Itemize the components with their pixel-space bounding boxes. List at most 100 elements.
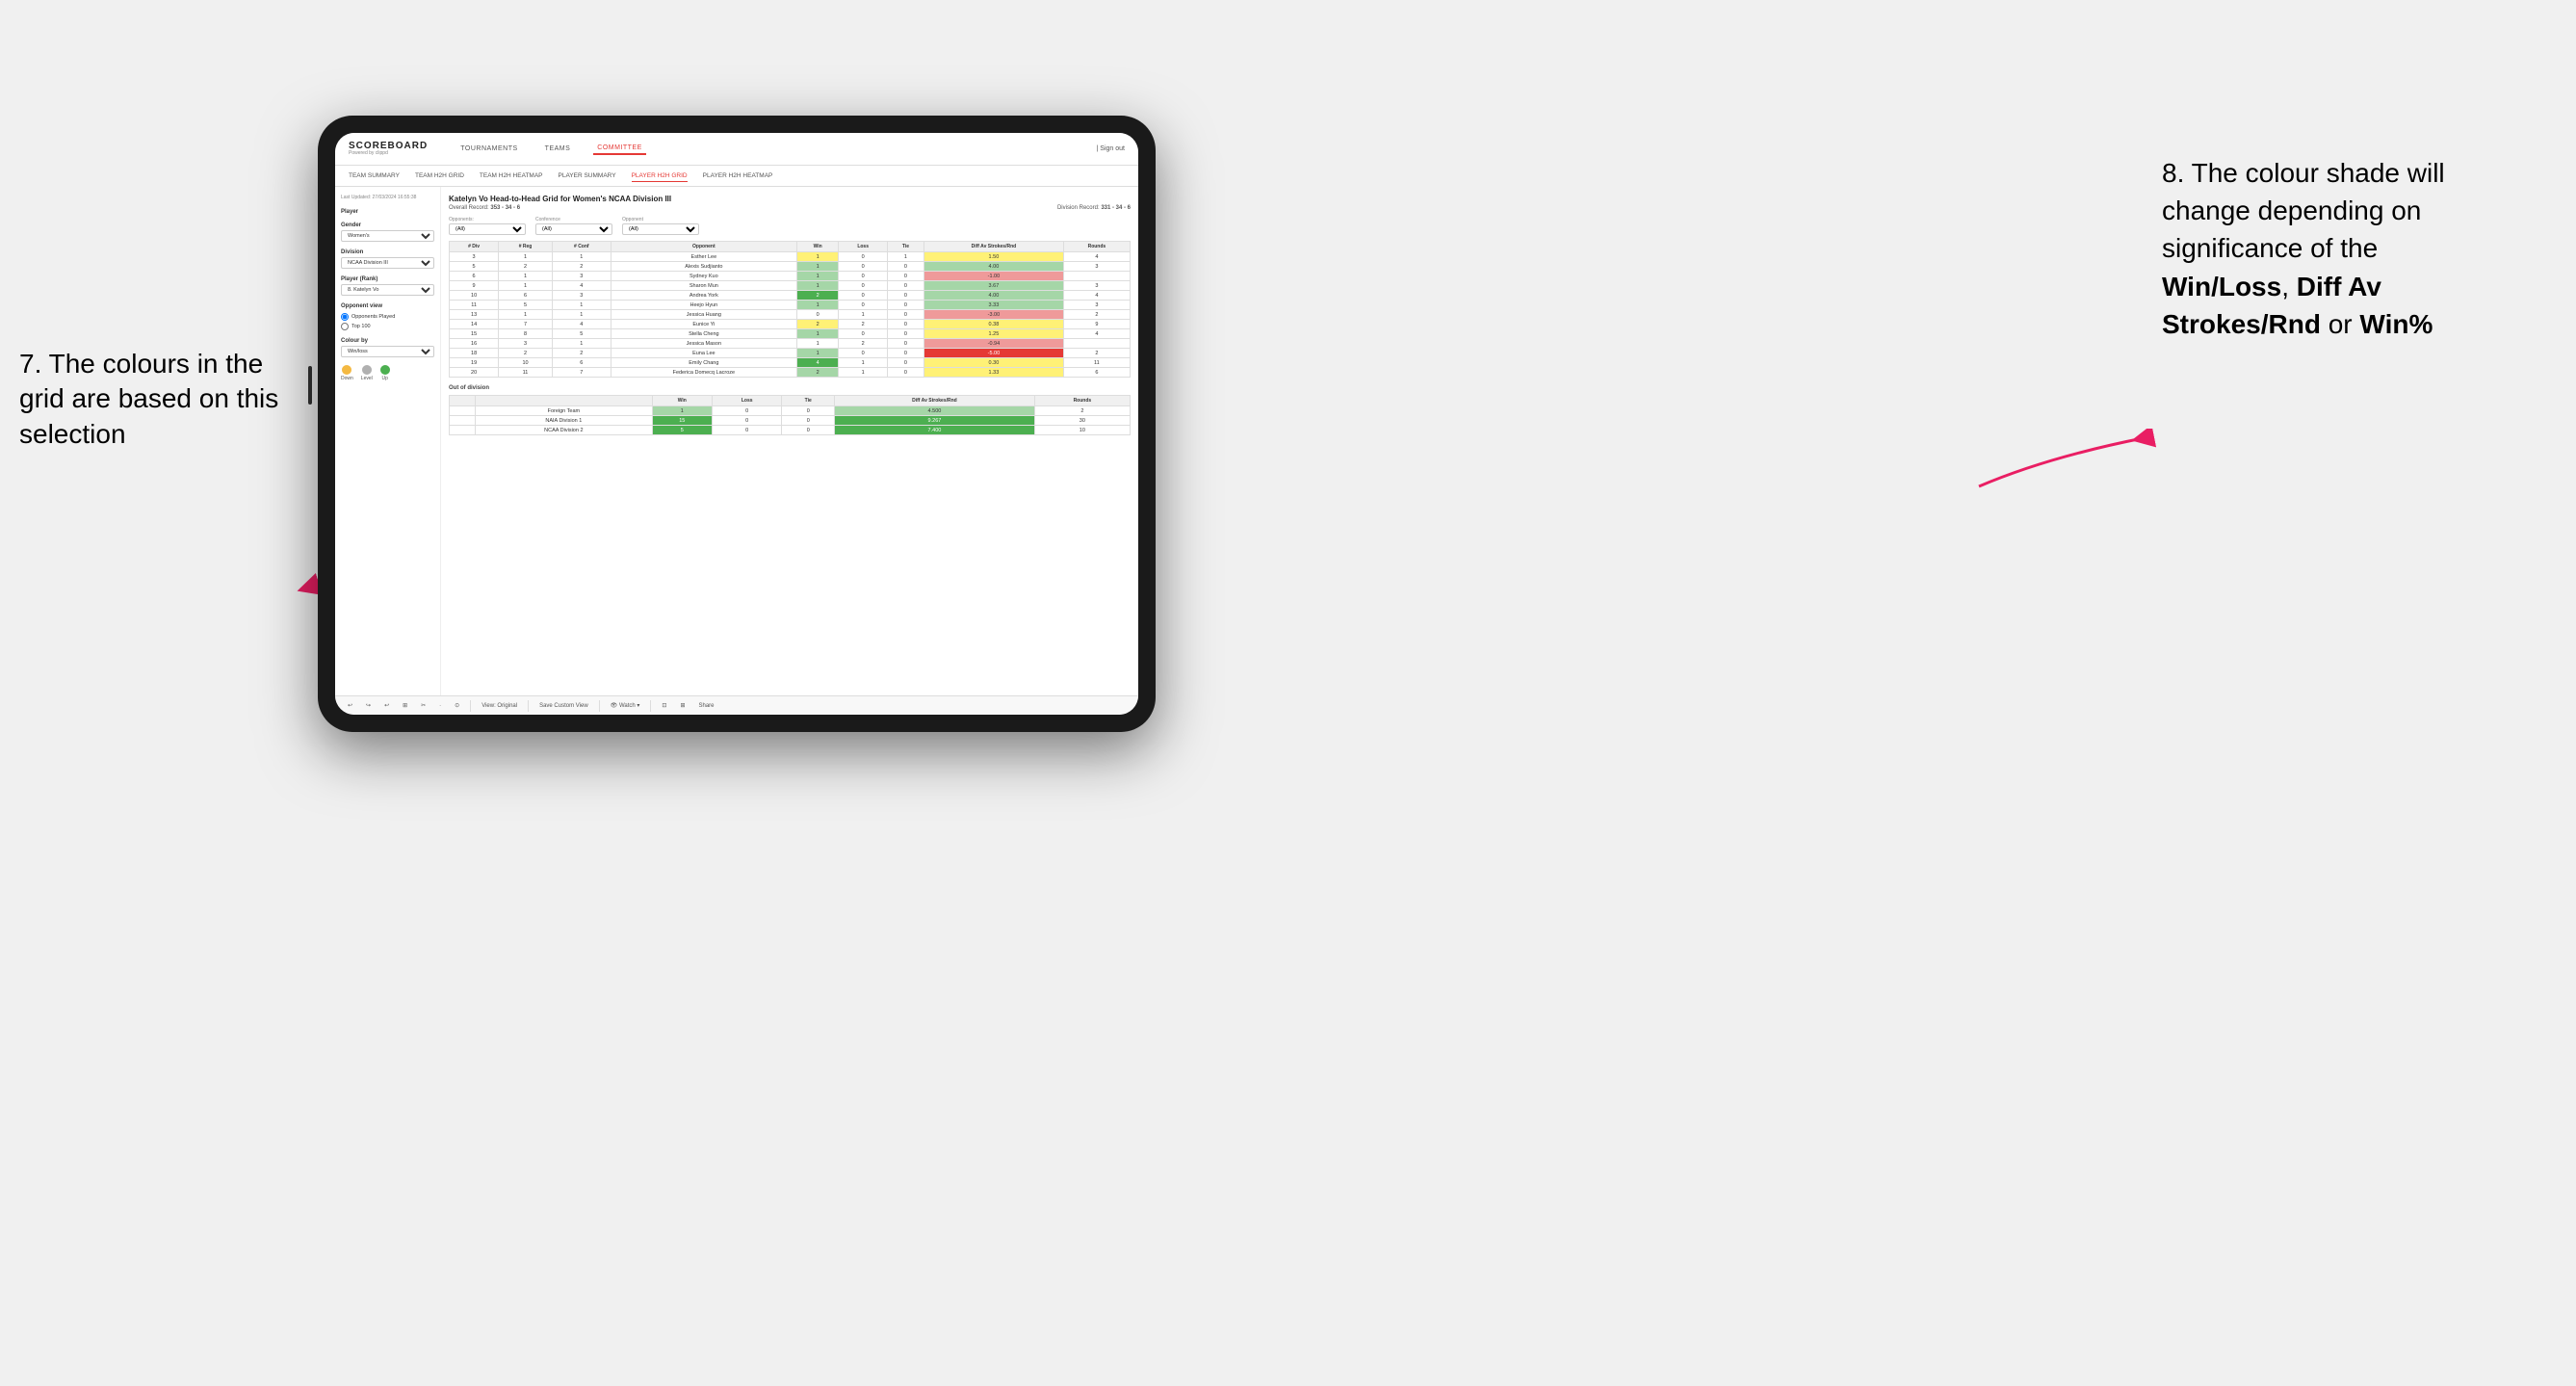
sidebar-gender-label: Gender <box>341 222 434 228</box>
table-row: 20 11 7 Federica Domecq Lacroze 2 1 0 1.… <box>450 368 1131 378</box>
out-cell-tie: 0 <box>782 426 835 435</box>
cell-tie: 0 <box>887 339 924 349</box>
col-opponent: Opponent <box>611 242 796 252</box>
nav-teams[interactable]: TEAMS <box>541 144 575 154</box>
cell-conf: 1 <box>552 339 611 349</box>
cell-tie: 0 <box>887 329 924 339</box>
cell-opponent: Euna Lee <box>611 349 796 358</box>
filter-opponents-select[interactable]: (All) <box>449 223 526 235</box>
out-cell-diff: 9.267 <box>835 416 1035 426</box>
out-table-header-row: Win Loss Tie Diff Av Strokes/Rnd Rounds <box>450 396 1131 406</box>
cell-conf: 3 <box>552 272 611 281</box>
cell-diff: 3.33 <box>924 301 1064 310</box>
table-row: 3 1 1 Esther Lee 1 0 1 1.50 4 <box>450 252 1131 262</box>
sub-nav-player-summary[interactable]: PLAYER SUMMARY <box>559 170 616 181</box>
toolbar-view-original[interactable]: View: Original <box>479 702 520 710</box>
out-cell-empty <box>450 406 476 416</box>
out-col-diff: Diff Av Strokes/Rnd <box>835 396 1035 406</box>
cell-diff: 4.00 <box>924 262 1064 272</box>
toolbar-undo[interactable]: ↩ <box>345 701 355 710</box>
toolbar-dot[interactable]: · <box>436 702 444 710</box>
col-tie: Tie <box>887 242 924 252</box>
sidebar-colour-select[interactable]: Win/loss <box>341 346 434 357</box>
out-table-body: Foreign Team 1 0 0 4.500 2 NAIA Division… <box>450 406 1131 435</box>
sidebar-rank-select[interactable]: 8. Katelyn Vo <box>341 284 434 296</box>
table-row: 14 7 4 Eunice Yi 2 2 0 0.38 9 <box>450 320 1131 329</box>
cell-win: 2 <box>796 320 839 329</box>
colour-up-circle <box>380 365 390 375</box>
cell-reg: 1 <box>499 281 553 291</box>
nav-committee[interactable]: COMMITTEE <box>593 143 646 155</box>
toolbar-divider-3 <box>599 700 600 712</box>
cell-rounds: 6 <box>1063 368 1130 378</box>
cell-div: 14 <box>450 320 499 329</box>
table-body: 3 1 1 Esther Lee 1 0 1 1.50 4 5 2 2 Alex… <box>450 252 1131 378</box>
toolbar-watch[interactable]: 👁 Watch ▾ <box>608 701 643 710</box>
app-logo-sub: Powered by clippd <box>349 151 428 156</box>
out-col-opponent <box>450 396 476 406</box>
tablet-side-button <box>308 366 312 405</box>
division-record: Division Record: 331 - 34 - 6 <box>1057 205 1131 211</box>
sidebar-division-select[interactable]: NCAA Division III <box>341 257 434 269</box>
toolbar-target[interactable]: ⊙ <box>452 701 462 710</box>
sub-nav-team-h2h-heatmap[interactable]: TEAM H2H HEATMAP <box>480 170 543 181</box>
cell-opponent: Heejo Hyun <box>611 301 796 310</box>
radio-top100-input[interactable] <box>341 323 349 330</box>
toolbar-back[interactable]: ↩ <box>381 701 392 710</box>
main-content: Last Updated: 27/03/2024 16:55:38 Player… <box>335 187 1138 695</box>
toolbar-layout2[interactable]: ⊞ <box>677 701 688 710</box>
nav-tournaments[interactable]: TOURNAMENTS <box>456 144 521 154</box>
radio-top100[interactable]: Top 100 <box>341 323 434 330</box>
radio-opponents-played[interactable]: Opponents Played <box>341 313 434 321</box>
out-col-tie: Tie <box>782 396 835 406</box>
table-row: 6 1 3 Sydney Kuo 1 0 0 -1.00 <box>450 272 1131 281</box>
cell-opponent: Jessica Mason <box>611 339 796 349</box>
sidebar-gender-select[interactable]: Women's <box>341 230 434 242</box>
cell-win: 4 <box>796 358 839 368</box>
toolbar-redo[interactable]: ↪ <box>363 701 374 710</box>
toolbar-layout1[interactable]: ⊡ <box>659 701 669 710</box>
filter-opponent-select[interactable]: (All) <box>622 223 699 235</box>
toolbar-cut[interactable]: ✂ <box>418 701 429 710</box>
sidebar: Last Updated: 27/03/2024 16:55:38 Player… <box>335 187 441 695</box>
table-header-row: # Div # Reg # Conf Opponent Win Loss Tie… <box>450 242 1131 252</box>
cell-diff: 1.50 <box>924 252 1064 262</box>
cell-opponent: Jessica Huang <box>611 310 796 320</box>
filter-conference-group: Conference (All) <box>535 217 612 235</box>
cell-win: 1 <box>796 252 839 262</box>
sign-out-link[interactable]: | Sign out <box>1097 145 1125 152</box>
cell-win: 1 <box>796 339 839 349</box>
cell-reg: 7 <box>499 320 553 329</box>
sidebar-colour-section: Colour by Win/loss <box>341 338 434 357</box>
colour-up: Up <box>380 365 390 381</box>
filter-conference-select[interactable]: (All) <box>535 223 612 235</box>
sub-nav-player-h2h-grid[interactable]: PLAYER H2H GRID <box>632 170 688 182</box>
filter-opponents-group: Opponents: (All) <box>449 217 526 235</box>
out-cell-tie: 0 <box>782 416 835 426</box>
cell-opponent: Andrea York <box>611 291 796 301</box>
cell-tie: 0 <box>887 320 924 329</box>
cell-reg: 3 <box>499 339 553 349</box>
table-row: 5 2 2 Alexis Sudjianto 1 0 0 4.00 3 <box>450 262 1131 272</box>
cell-div: 16 <box>450 339 499 349</box>
cell-diff: -5.00 <box>924 349 1064 358</box>
toolbar-divider-4 <box>650 700 651 712</box>
cell-div: 6 <box>450 272 499 281</box>
h2h-table: # Div # Reg # Conf Opponent Win Loss Tie… <box>449 241 1131 378</box>
cell-diff: 3.67 <box>924 281 1064 291</box>
toolbar-grid[interactable]: ⊞ <box>400 701 410 710</box>
radio-opponents-input[interactable] <box>341 313 349 321</box>
sub-nav-team-h2h-grid[interactable]: TEAM H2H GRID <box>415 170 464 181</box>
sub-nav-team-summary[interactable]: TEAM SUMMARY <box>349 170 400 181</box>
cell-diff: 1.25 <box>924 329 1064 339</box>
colour-down-circle <box>342 365 351 375</box>
sub-nav-player-h2h-heatmap[interactable]: PLAYER H2H HEATMAP <box>703 170 773 181</box>
sidebar-gender-section: Gender Women's <box>341 222 434 242</box>
header-right: | Sign out <box>1097 145 1125 152</box>
cell-div: 20 <box>450 368 499 378</box>
cell-diff: -3.00 <box>924 310 1064 320</box>
toolbar-share[interactable]: Share <box>695 702 716 710</box>
toolbar-save-custom[interactable]: Save Custom View <box>536 702 591 710</box>
cell-tie: 0 <box>887 291 924 301</box>
out-table-row: NCAA Division 2 5 0 0 7.400 10 <box>450 426 1131 435</box>
